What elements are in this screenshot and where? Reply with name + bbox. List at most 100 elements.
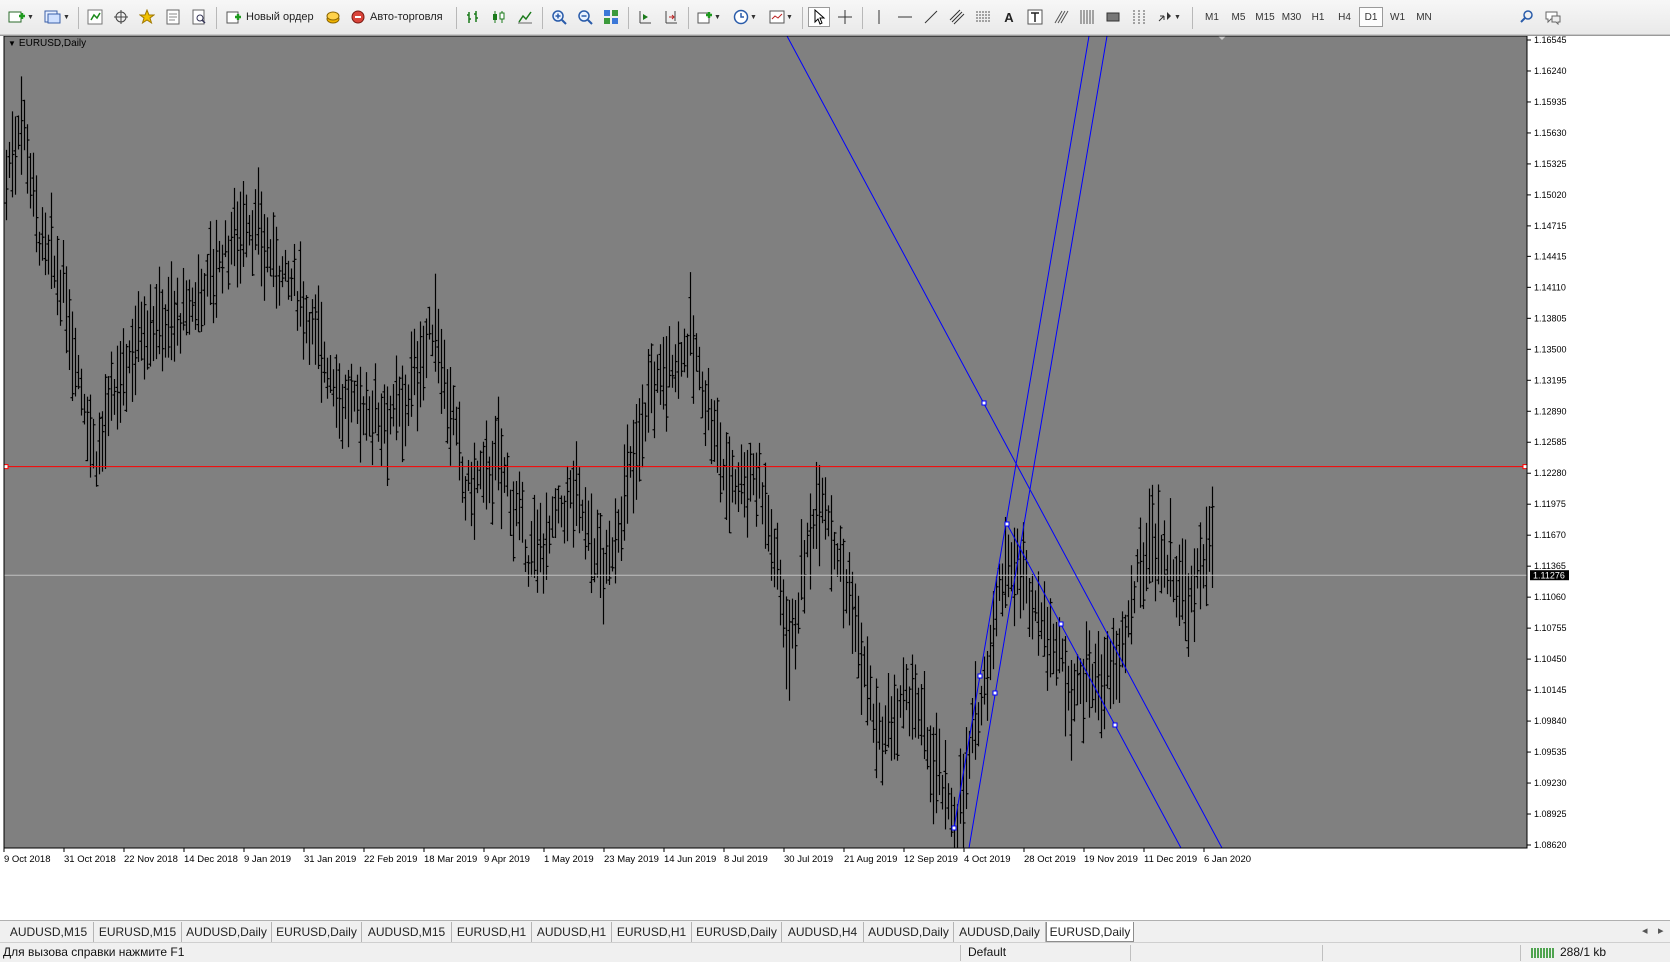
date-tick-label: 23 May 2019	[604, 854, 659, 865]
chart-tab[interactable]: AUDUSD,Daily	[864, 922, 954, 942]
candlestick-chart-button[interactable]	[488, 7, 510, 27]
tab-scroll-right-icon[interactable]: ▸	[1658, 924, 1664, 937]
chart-tab[interactable]: EURUSD,H1	[612, 922, 692, 942]
timeframe-mn-button[interactable]: MN	[1412, 7, 1436, 27]
auto-trading-button[interactable]: Авто-торговля	[346, 7, 447, 27]
indicators-button[interactable]: ▼	[694, 7, 724, 27]
trendline-anchor-handle[interactable]	[1112, 722, 1118, 728]
date-tick-label: 21 Aug 2019	[844, 854, 897, 865]
equidistant-channel-button[interactable]	[946, 7, 968, 27]
profiles-button[interactable]: ▼	[42, 7, 72, 27]
trendline-anchor-handle[interactable]	[1058, 621, 1064, 627]
chart-tab[interactable]: AUDUSD,M15	[362, 922, 452, 942]
chart-tab[interactable]: EURUSD,Daily	[1046, 922, 1134, 942]
trendline-button[interactable]	[920, 7, 942, 27]
chart-shift-button[interactable]	[634, 7, 656, 27]
navigator-button[interactable]	[136, 7, 158, 27]
autoscroll-button[interactable]	[660, 7, 682, 27]
date-tick-label: 12 Sep 2019	[904, 854, 958, 865]
chart-symbol-label: ▼ EURUSD,Daily	[8, 38, 86, 49]
price-tick-label: 1.14110	[1534, 282, 1566, 292]
chart-tab[interactable]: AUDUSD,M15	[4, 922, 94, 942]
candlestick-icon	[493, 11, 505, 23]
chart-tab[interactable]: EURUSD,Daily	[272, 922, 362, 942]
new-chart-button[interactable]: ▼	[6, 7, 36, 27]
current-price-label: 1.11276	[1533, 571, 1565, 581]
timeframe-h4-button[interactable]: H4	[1333, 7, 1357, 27]
date-tick-label: 1 May 2019	[544, 854, 594, 865]
zoom-out-icon	[578, 10, 593, 25]
chart-tab[interactable]: AUDUSD,H1	[532, 922, 612, 942]
connection-status: 288/1 kb	[1530, 945, 1606, 959]
horizontal-line-handle-left[interactable]	[3, 464, 9, 470]
vertical-line-button[interactable]	[868, 7, 890, 27]
timeframe-m15-button[interactable]: M15	[1253, 7, 1277, 27]
terminal-button[interactable]	[162, 7, 184, 27]
help-hint-text: Для вызова справки нажмите F1	[3, 945, 185, 959]
timeframe-m1-button[interactable]: M1	[1200, 7, 1224, 27]
templates-button[interactable]: ▼	[766, 7, 796, 27]
chat-button[interactable]	[1542, 7, 1564, 27]
timeframe-m5-button[interactable]: M5	[1227, 7, 1251, 27]
zoom-in-button[interactable]	[548, 7, 570, 27]
text-label-button[interactable]	[1024, 7, 1046, 27]
date-tick-label: 31 Oct 2018	[64, 854, 116, 865]
price-tick-label: 1.08925	[1534, 809, 1567, 819]
line-chart-button[interactable]	[514, 7, 536, 27]
periods-button[interactable]: ▼	[730, 7, 760, 27]
price-tick-label: 1.13500	[1534, 344, 1567, 354]
gann-lines-button[interactable]	[1050, 7, 1072, 27]
timeframe-d1-button[interactable]: D1	[1359, 7, 1383, 27]
trading-coin-button[interactable]	[322, 7, 344, 27]
timeframe-w1-button[interactable]: W1	[1386, 7, 1410, 27]
line-chart-icon	[518, 11, 532, 24]
chart-shift-icon	[639, 11, 651, 24]
andrews-pitchfork-button[interactable]	[1128, 7, 1150, 27]
crosshair-tool-button[interactable]	[834, 7, 856, 27]
price-tick-label: 1.12585	[1534, 437, 1567, 447]
text-button[interactable]: A	[998, 7, 1020, 27]
data-window-button[interactable]	[110, 7, 132, 27]
price-chart[interactable]: 1.16545 1.16240 1.15935 1.15630 1.15325 1.150…	[0, 36, 1670, 921]
new-chart-icon	[8, 11, 26, 23]
cycle-lines-button[interactable]	[1076, 7, 1098, 27]
tile-windows-button[interactable]	[600, 7, 622, 27]
price-tick-label: 1.11975	[1534, 499, 1566, 509]
profiles-icon	[44, 10, 61, 24]
horizontal-line-button[interactable]	[894, 7, 916, 27]
fibonacci-button[interactable]	[972, 7, 994, 27]
date-tick-label: 4 Oct 2019	[964, 854, 1010, 865]
strategy-tester-button[interactable]	[188, 7, 210, 27]
horizontal-line-handle-right[interactable]	[1522, 464, 1528, 470]
bar-chart-button[interactable]	[462, 7, 484, 27]
chart-tab[interactable]: EURUSD,H1	[452, 922, 532, 942]
trendline-anchor-handle[interactable]	[977, 673, 983, 679]
price-tick-label: 1.08620	[1534, 840, 1567, 850]
timeframe-m30-button[interactable]: M30	[1280, 7, 1304, 27]
zoom-out-button[interactable]	[574, 7, 596, 27]
chart-tab[interactable]: AUDUSD,Daily	[954, 922, 1046, 942]
clock-icon	[733, 9, 749, 25]
price-tick-label: 1.10450	[1534, 654, 1567, 664]
chart-tab[interactable]: AUDUSD,H4	[782, 922, 864, 942]
price-tick-label: 1.11060	[1534, 592, 1566, 602]
trendline-anchor-handle[interactable]	[992, 690, 998, 696]
new-order-button[interactable]: Новый ордер	[222, 7, 318, 27]
search-button[interactable]	[1516, 7, 1538, 27]
rectangle-icon	[1106, 12, 1120, 22]
date-tick-label: 18 Mar 2019	[424, 854, 477, 865]
tab-scroll-left-icon[interactable]: ◂	[1642, 924, 1648, 937]
chart-window[interactable]: 1.16545 1.16240 1.15935 1.15630 1.15325 1.150…	[0, 35, 1670, 921]
timeframe-h1-button[interactable]: H1	[1306, 7, 1330, 27]
chart-tab[interactable]: EURUSD,M15	[94, 922, 182, 942]
cursor-tool-button[interactable]	[808, 7, 830, 27]
more-objects-button[interactable]: ▼	[1154, 7, 1184, 27]
chart-tab[interactable]: AUDUSD,Daily	[182, 922, 272, 942]
market-watch-button[interactable]	[84, 7, 106, 27]
trendline-anchor-handle[interactable]	[981, 400, 987, 406]
price-tick-label: 1.11365	[1534, 561, 1566, 571]
trendline-anchor-handle[interactable]	[1004, 521, 1010, 527]
chart-tab[interactable]: EURUSD,Daily	[692, 922, 782, 942]
rectangle-button[interactable]	[1102, 7, 1124, 27]
trendline-anchor-handle[interactable]	[951, 825, 957, 831]
